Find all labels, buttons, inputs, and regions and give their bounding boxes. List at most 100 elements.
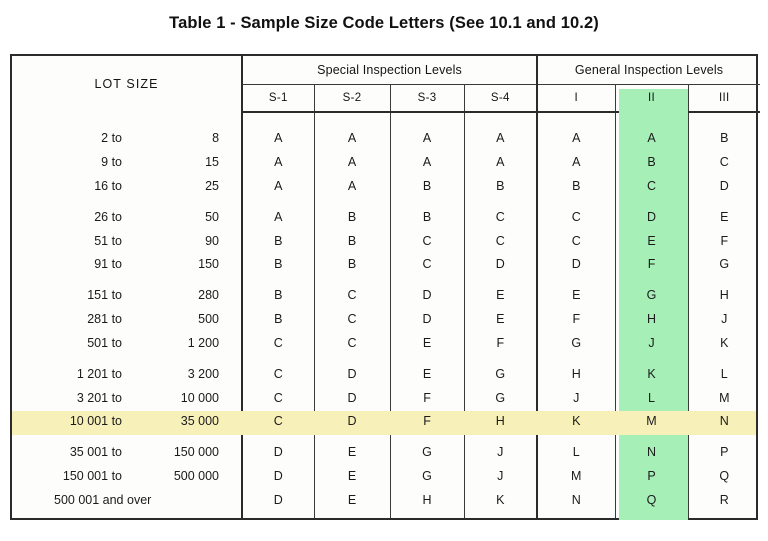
code-s1: A bbox=[241, 150, 315, 174]
header-group-row: LOT SIZE Special Inspection Levels Gener… bbox=[12, 56, 761, 91]
code-s2: B bbox=[313, 197, 391, 229]
code-ii: Q bbox=[614, 487, 689, 518]
code-iii: J bbox=[687, 307, 761, 331]
table-top-spacer bbox=[12, 112, 761, 120]
code-s3: A bbox=[389, 150, 465, 174]
code-s1: D bbox=[241, 487, 315, 518]
lot-size-to: 10 000 bbox=[180, 390, 220, 405]
code-iii: N bbox=[687, 409, 761, 434]
code-s1: A bbox=[241, 119, 315, 151]
code-ii: H bbox=[614, 307, 689, 331]
code-s1: C bbox=[241, 330, 315, 355]
code-ii: B bbox=[614, 150, 689, 174]
code-s4: K bbox=[463, 487, 538, 518]
code-s4: H bbox=[463, 409, 538, 434]
header-special-inspection-levels: Special Inspection Levels bbox=[241, 56, 538, 85]
lot-size-from: 1 201 to bbox=[76, 366, 122, 381]
code-iii: R bbox=[687, 487, 761, 518]
code-s2: E bbox=[313, 464, 391, 488]
lot-size-from: 26 to bbox=[94, 209, 122, 224]
table-body: 2 to 8 A A A A A A B 9 to 15 A A A A A B C 16 to 25 A A B B B C D 2… bbox=[12, 112, 761, 518]
code-ii: P bbox=[614, 464, 689, 488]
table-row: 500 001 and over D E H K N Q R bbox=[12, 487, 761, 518]
code-ii: A bbox=[614, 119, 689, 151]
code-s1: A bbox=[241, 197, 315, 229]
lot-size-to: 500 000 bbox=[173, 469, 220, 484]
lot-size-from: 10 001 to bbox=[69, 414, 122, 429]
code-s4: G bbox=[463, 354, 538, 386]
code-s3: G bbox=[389, 433, 465, 465]
code-iii: Q bbox=[687, 464, 761, 488]
lot-size-from: 16 to bbox=[94, 178, 122, 193]
lot-size-from: 281 to bbox=[87, 312, 122, 327]
code-s3: C bbox=[389, 228, 465, 253]
code-iii: B bbox=[687, 119, 761, 151]
code-i: G bbox=[536, 330, 616, 355]
code-iii: D bbox=[687, 173, 761, 198]
code-iii: F bbox=[687, 228, 761, 253]
code-s2: D bbox=[313, 354, 391, 386]
header-col-s4: S-4 bbox=[463, 84, 538, 113]
code-s2: A bbox=[313, 119, 391, 151]
code-ii: L bbox=[614, 385, 689, 410]
code-s2: A bbox=[313, 173, 391, 198]
code-iii: K bbox=[687, 330, 761, 355]
header-col-s1: S-1 bbox=[241, 84, 315, 113]
code-i: N bbox=[536, 487, 616, 518]
code-s4: J bbox=[463, 464, 538, 488]
lot-size-to: 500 bbox=[198, 312, 220, 327]
code-s4: C bbox=[463, 228, 538, 253]
code-s4: E bbox=[463, 307, 538, 331]
code-iii: E bbox=[687, 197, 761, 229]
code-s2: C bbox=[313, 276, 391, 308]
code-s2: B bbox=[313, 252, 391, 277]
code-iii: G bbox=[687, 252, 761, 277]
table-row: 10 001 to 35 000 C D F H K M N bbox=[12, 409, 761, 434]
code-s1: A bbox=[241, 173, 315, 198]
code-i: D bbox=[536, 252, 616, 277]
header-col-s2: S-2 bbox=[313, 84, 391, 113]
lot-size-from: 2 to bbox=[101, 131, 122, 146]
table-row: 501 to 1 200 C C E F G J K bbox=[12, 330, 761, 355]
code-s3: E bbox=[389, 330, 465, 355]
header-col-iii: III bbox=[687, 84, 761, 113]
code-s2: B bbox=[313, 228, 391, 253]
lot-size-to: 8 bbox=[212, 131, 220, 146]
code-i: J bbox=[536, 385, 616, 410]
code-s2: C bbox=[313, 330, 391, 355]
lot-size-to: 150 000 bbox=[173, 445, 220, 460]
code-s3: D bbox=[389, 276, 465, 308]
lot-size-from: 150 001 to bbox=[62, 469, 122, 484]
code-s3: C bbox=[389, 252, 465, 277]
code-s3: D bbox=[389, 307, 465, 331]
code-i: C bbox=[536, 228, 616, 253]
code-s3: G bbox=[389, 464, 465, 488]
code-s3: B bbox=[389, 197, 465, 229]
lot-size-to: 3 200 bbox=[187, 366, 220, 381]
code-i: K bbox=[536, 409, 616, 434]
table-row: 16 to 25 A A B B B C D bbox=[12, 173, 761, 198]
code-i: A bbox=[536, 119, 616, 151]
code-s3: B bbox=[389, 173, 465, 198]
table-row: 2 to 8 A A A A A A B bbox=[12, 119, 761, 151]
header-lot-size: LOT SIZE bbox=[94, 77, 159, 91]
code-i: L bbox=[536, 433, 616, 465]
code-s3: F bbox=[389, 385, 465, 410]
code-iii: L bbox=[687, 354, 761, 386]
code-i: E bbox=[536, 276, 616, 308]
lot-size-from: 501 to bbox=[87, 335, 122, 350]
table-row: 9 to 15 A A A A A B C bbox=[12, 150, 761, 174]
code-ii: N bbox=[614, 433, 689, 465]
code-s4: D bbox=[463, 252, 538, 277]
code-s4: C bbox=[463, 197, 538, 229]
header-col-s3: S-3 bbox=[389, 84, 465, 113]
code-i: M bbox=[536, 464, 616, 488]
code-s1: C bbox=[241, 385, 315, 410]
table-row: 26 to 50 A B B C C D E bbox=[12, 197, 761, 229]
table-row: 281 to 500 B C D E F H J bbox=[12, 307, 761, 331]
table-row: 150 001 to 500 000 D E G J M P Q bbox=[12, 464, 761, 488]
lot-size-from: 9 to bbox=[101, 155, 122, 170]
code-s2: C bbox=[313, 307, 391, 331]
code-s1: D bbox=[241, 433, 315, 465]
code-s4: F bbox=[463, 330, 538, 355]
